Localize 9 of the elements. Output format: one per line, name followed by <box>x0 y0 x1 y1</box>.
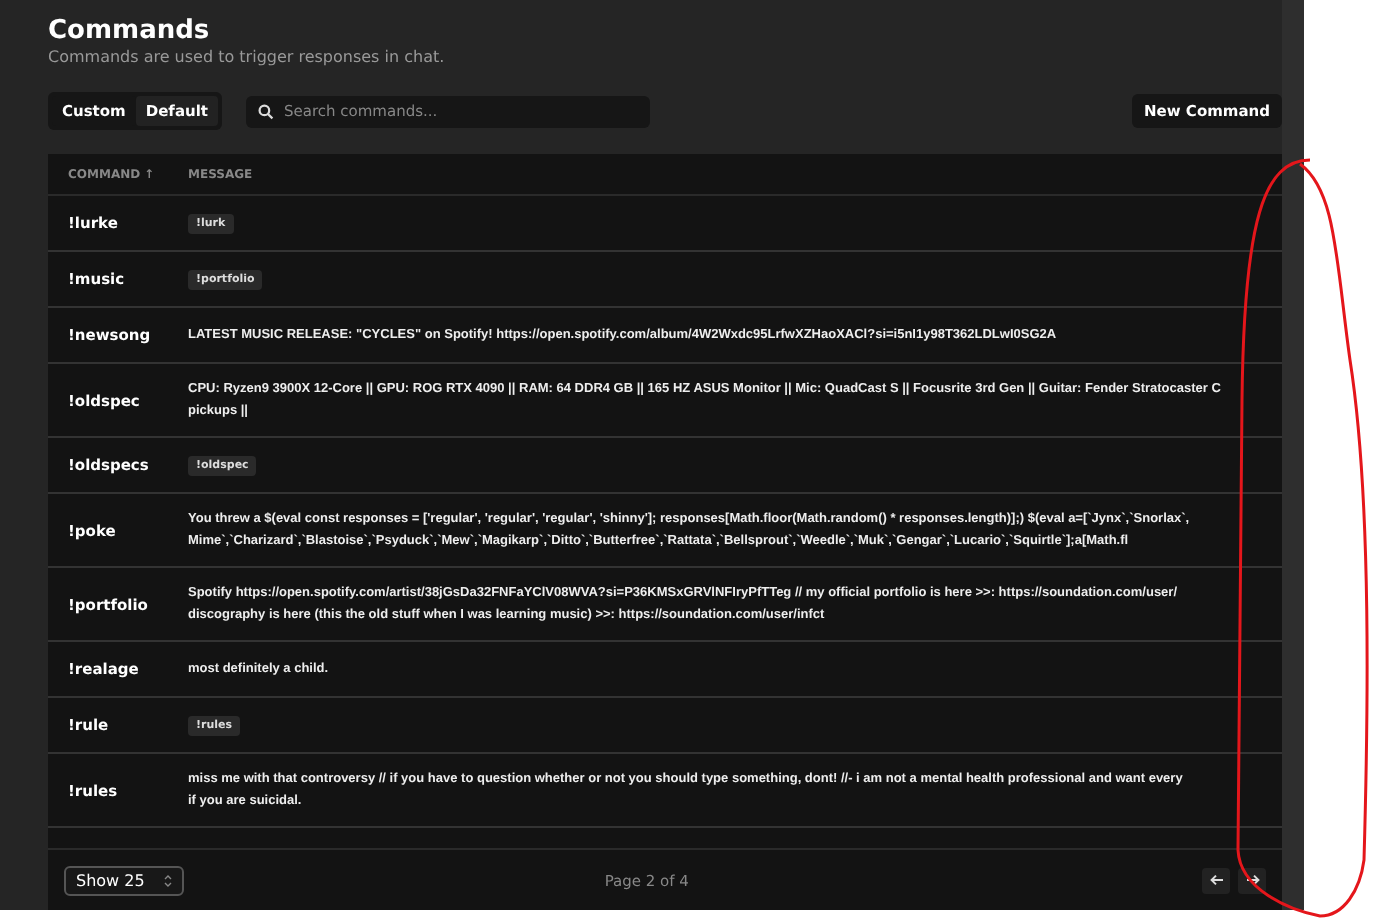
page-subtitle: Commands are used to trigger responses in chat. <box>48 48 447 66</box>
previous-page-button[interactable] <box>1202 867 1230 893</box>
scrollbar-track[interactable] <box>1282 0 1304 910</box>
right-arrow-icon <box>1245 874 1259 886</box>
left-arrow-icon <box>1209 874 1223 886</box>
page-size-select[interactable]: Show 25 <box>64 865 185 895</box>
page-title: Commands <box>48 16 212 46</box>
updown-icon <box>164 873 173 887</box>
search-icon <box>258 103 275 119</box>
